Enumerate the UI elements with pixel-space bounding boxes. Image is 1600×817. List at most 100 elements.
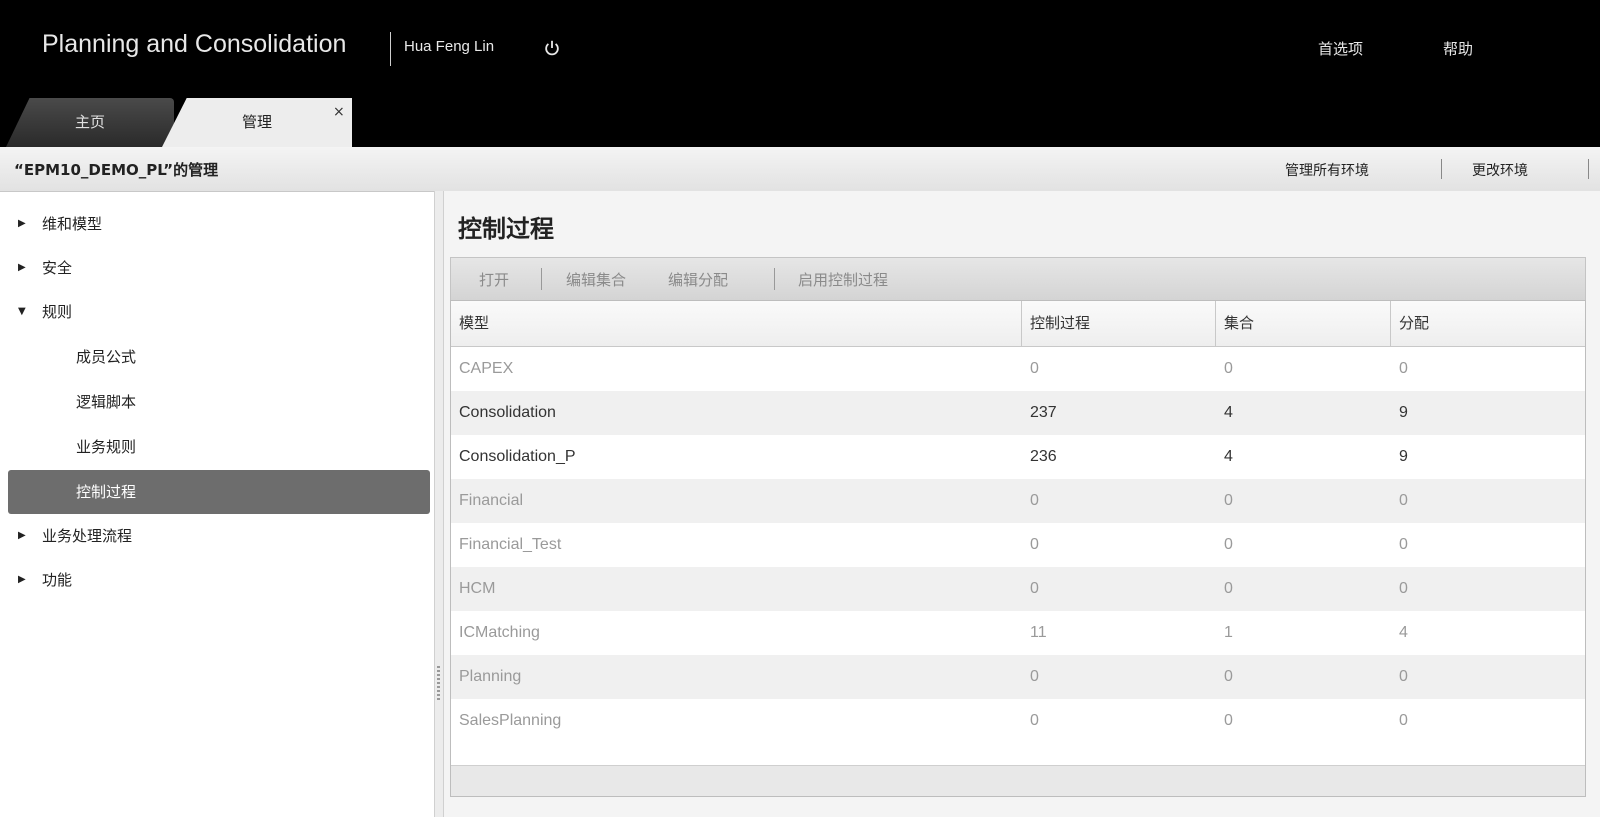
sidebar-item-label: 成员公式 [76, 348, 137, 366]
sidebar-item-controls[interactable]: 控制过程 [8, 470, 430, 514]
chevron-right-icon: ▶ [18, 218, 26, 229]
toolbar-divider [541, 268, 542, 290]
cell-sets: 0 [1224, 492, 1233, 509]
column-header-model[interactable]: 模型 [451, 301, 1022, 346]
sidebar-item-label: 业务处理流程 [42, 527, 133, 545]
table-header: 模型 控制过程 集合 分配 [451, 301, 1585, 347]
cell-controls: 237 [1030, 404, 1057, 421]
sidebar-item-label: 逻辑脚本 [76, 393, 137, 411]
sidebar-item-business-rules[interactable]: 业务规则 [6, 425, 434, 469]
sidebar-item-label: 安全 [42, 259, 73, 277]
cell-assignments: 9 [1399, 448, 1408, 465]
sidebar-item-label: 维和模型 [42, 215, 103, 233]
cell-model: Planning [459, 668, 522, 685]
manage-all-environments-link[interactable]: 管理所有环境 [1285, 160, 1369, 180]
main-content: 控制过程 打开 编辑集合 编辑分配 启用控制过程 模型 控制过程 集合 分配 C… [444, 191, 1600, 817]
cell-sets: 4 [1224, 448, 1233, 465]
cell-assignments: 0 [1399, 712, 1408, 729]
sidebar-item-dimensions-models[interactable]: ▶ 维和模型 [6, 202, 434, 246]
cell-controls: 236 [1030, 448, 1057, 465]
help-link[interactable]: 帮助 [1443, 38, 1473, 59]
table-row[interactable]: HCM 0 0 0 [451, 567, 1585, 611]
power-icon[interactable] [543, 39, 561, 57]
chevron-right-icon: ▶ [18, 574, 26, 585]
edit-assignments-button[interactable]: 编辑分配 [668, 269, 728, 290]
page-title: “EPM10_DEMO_PL”的管理 [14, 161, 219, 179]
cell-controls: 11 [1030, 624, 1047, 641]
cell-sets: 0 [1224, 536, 1233, 553]
sidebar-item-label: 控制过程 [76, 483, 137, 501]
cell-controls: 0 [1030, 668, 1039, 685]
controls-table: 模型 控制过程 集合 分配 CAPEX 0 0 0 Consolidation … [450, 300, 1586, 797]
link-divider [1588, 159, 1589, 179]
cell-assignments: 0 [1399, 360, 1408, 377]
sidebar: ▶ 维和模型 ▶ 安全 ▼ 规则 成员公式 逻辑脚本 业务规则 控制过程 ▶ 业… [6, 196, 435, 817]
tab-admin[interactable]: 管理 [162, 98, 352, 147]
cell-assignments: 0 [1399, 668, 1408, 685]
cell-model: ICMatching [459, 624, 540, 641]
toolbar-divider [774, 268, 775, 290]
cell-model: Consolidation [459, 404, 556, 421]
drag-handle-icon[interactable] [437, 666, 440, 700]
sidebar-item-member-formulas[interactable]: 成员公式 [6, 335, 434, 379]
preferences-link[interactable]: 首选项 [1318, 38, 1363, 59]
sidebar-item-label: 功能 [42, 571, 73, 589]
table-row[interactable]: SalesPlanning 0 0 0 [451, 699, 1585, 743]
chevron-right-icon: ▶ [18, 262, 26, 273]
cell-controls: 0 [1030, 580, 1039, 597]
edit-sets-button[interactable]: 编辑集合 [566, 269, 626, 290]
sidebar-item-security[interactable]: ▶ 安全 [6, 246, 434, 290]
column-header-assignments[interactable]: 分配 [1391, 301, 1585, 346]
cell-sets: 0 [1224, 668, 1233, 685]
content-title: 控制过程 [458, 215, 554, 243]
cell-assignments: 0 [1399, 580, 1408, 597]
sidebar-item-features[interactable]: ▶ 功能 [6, 558, 434, 602]
cell-model: Financial [459, 492, 524, 509]
cell-sets: 0 [1224, 360, 1233, 377]
toolbar: 打开 编辑集合 编辑分配 启用控制过程 [450, 257, 1586, 300]
sidebar-item-label: 业务规则 [76, 438, 137, 456]
table-row[interactable]: CAPEX 0 0 0 [451, 347, 1585, 391]
sidebar-item-logic-scripts[interactable]: 逻辑脚本 [6, 380, 434, 424]
cell-model: Consolidation_P [459, 448, 576, 465]
cell-controls: 0 [1030, 712, 1039, 729]
panel-splitter[interactable] [434, 191, 444, 817]
app-title: Planning and Consolidation [42, 30, 347, 58]
table-row[interactable]: Consolidation_P 236 4 9 [451, 435, 1585, 479]
chevron-down-icon: ▼ [18, 306, 26, 317]
sidebar-item-rules[interactable]: ▼ 规则 [6, 290, 434, 334]
enable-controls-button[interactable]: 启用控制过程 [798, 269, 888, 290]
cell-sets: 0 [1224, 580, 1233, 597]
column-header-sets[interactable]: 集合 [1216, 301, 1391, 346]
table-row[interactable]: Consolidation 237 4 9 [451, 391, 1585, 435]
cell-sets: 4 [1224, 404, 1233, 421]
cell-sets: 0 [1224, 712, 1233, 729]
cell-controls: 0 [1030, 492, 1039, 509]
cell-assignments: 4 [1399, 624, 1408, 641]
cell-controls: 0 [1030, 536, 1039, 553]
change-environment-link[interactable]: 更改环境 [1472, 160, 1528, 180]
sidebar-item-label: 规则 [42, 303, 73, 321]
link-divider [1441, 159, 1442, 179]
cell-model: Financial_Test [459, 536, 562, 553]
tab-home[interactable]: 主页 [6, 98, 174, 147]
column-header-controls[interactable]: 控制过程 [1022, 301, 1216, 346]
cell-assignments: 0 [1399, 492, 1408, 509]
close-icon[interactable]: × [333, 104, 345, 120]
open-button[interactable]: 打开 [479, 269, 509, 290]
cell-assignments: 9 [1399, 404, 1408, 421]
table-row[interactable]: Financial 0 0 0 [451, 479, 1585, 523]
cell-model: HCM [459, 580, 496, 597]
cell-assignments: 0 [1399, 536, 1408, 553]
table-row[interactable]: Financial_Test 0 0 0 [451, 523, 1585, 567]
cell-model: CAPEX [459, 360, 514, 377]
chevron-right-icon: ▶ [18, 530, 26, 541]
admin-title-bar: “EPM10_DEMO_PL”的管理 管理所有环境 更改环境 [0, 147, 1600, 192]
cell-sets: 1 [1224, 624, 1233, 641]
table-row[interactable]: ICMatching 11 1 4 [451, 611, 1585, 655]
table-row[interactable]: Planning 0 0 0 [451, 655, 1585, 699]
table-footer [451, 765, 1585, 796]
sidebar-item-business-process-flows[interactable]: ▶ 业务处理流程 [6, 514, 434, 558]
user-name[interactable]: Hua Feng Lin [404, 38, 494, 55]
title-divider [390, 32, 391, 66]
